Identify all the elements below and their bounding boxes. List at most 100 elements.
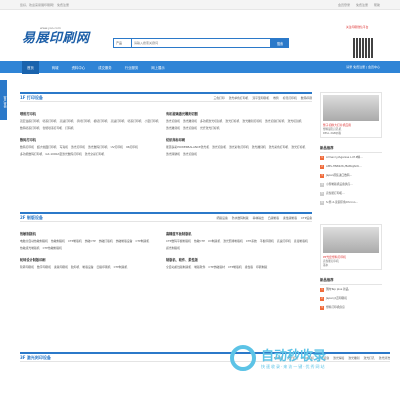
category-link[interactable]: 手持打印机 — [77, 119, 91, 123]
category-link[interactable]: 模切打印机 — [94, 119, 108, 123]
category-link[interactable]: 双层油墨打印机 — [20, 119, 40, 123]
category-link[interactable]: 激光雕刻机 — [183, 119, 197, 123]
product-image[interactable] — [323, 95, 379, 121]
category-link[interactable]: 热敏CTP — [194, 239, 205, 243]
list-item[interactable]: 5 高性能打印机... — [320, 189, 382, 198]
nav-item-mall[interactable]: 商城 — [52, 65, 59, 70]
list-item[interactable]: 3 塑料打印机供应 — [320, 303, 382, 312]
category-link[interactable]: 激光打标机 — [291, 145, 305, 149]
category-link[interactable]: 多功能数码打印机 — [20, 152, 42, 156]
list-item[interactable]: 3 Japan原装进口数码... — [320, 171, 382, 180]
category-title[interactable]: 有机玻璃激光雕刻切割 — [166, 111, 312, 116]
category-link[interactable]: 激光彩色打印机 — [229, 145, 249, 149]
category-link[interactable]: 激光切割机 — [183, 152, 197, 156]
category-link[interactable]: 96打印机 — [126, 145, 138, 149]
section-link[interactable]: 晒版设备 — [217, 216, 228, 220]
category-link[interactable]: CTP制版机 — [68, 239, 82, 243]
category-title[interactable]: 轮转设计制版印刷 — [20, 257, 166, 262]
category-title[interactable]: 喷射打印机 — [20, 111, 166, 116]
category-link[interactable]: 热敏感光制版机 — [20, 246, 40, 250]
nav-item-showcase[interactable]: 网上展示 — [151, 65, 165, 70]
category-link[interactable]: 喷墨打印机 — [128, 119, 142, 123]
section-link[interactable]: 卷筒 — [273, 96, 279, 100]
category-link[interactable]: 激光切割打标机 — [265, 119, 285, 123]
category-link[interactable]: 感光制版机 — [166, 246, 180, 250]
section-link[interactable]: 防水数码制版 — [232, 216, 249, 220]
category-link[interactable]: 柔版印刷机 — [54, 265, 68, 269]
category-title[interactable]: 高精度平板制版机 — [166, 231, 312, 236]
category-link[interactable]: 电脑全自动热敏制版机 — [20, 239, 48, 243]
category-link[interactable]: CTP制版机 — [135, 239, 149, 243]
category-link[interactable]: 凹版印刷机 — [97, 265, 111, 269]
section-link[interactable]: CTP设备 — [301, 216, 312, 220]
category-link[interactable]: 写真机 — [60, 145, 68, 149]
section-link[interactable]: 标签打印机 — [283, 96, 297, 100]
list-item[interactable]: 6 S-塑-2-读圆带角Chrono... — [320, 198, 382, 207]
category-link[interactable]: CTP热敏制版机 — [43, 246, 62, 250]
section-link[interactable]: 凸版制版 — [268, 216, 279, 220]
category-link[interactable]: 打码机 — [65, 126, 73, 130]
category-link[interactable]: 高速打印机 — [111, 119, 125, 123]
nav-item-deals[interactable]: 成交服务 — [98, 65, 112, 70]
category-link[interactable]: 激光切割机 — [166, 119, 180, 123]
nav-item-resources[interactable]: 资料中心 — [72, 65, 86, 70]
category-link[interactable]: 智能喷墨打印机 — [43, 126, 63, 130]
list-item[interactable]: 4 小型制版机设备供应... — [320, 180, 382, 189]
category-link[interactable]: 激光打标机 — [225, 119, 239, 123]
category-link[interactable]: 数码喷墨打印机 — [20, 126, 40, 130]
section-link[interactable]: 数码印刷 — [301, 96, 312, 100]
list-item[interactable]: 1 国内Tep plus 新品 — [320, 285, 382, 294]
category-link[interactable]: 制版软件 — [194, 265, 205, 269]
category-link[interactable]: CTP系统 — [246, 239, 257, 243]
category-link[interactable]: GX-1000A型激光数码打印机 — [45, 152, 81, 156]
category-link[interactable]: 多功能激光切割机 — [200, 119, 222, 123]
category-link[interactable]: 激光全彩打印机 — [85, 152, 105, 156]
category-link[interactable]: 激光切割机 — [212, 145, 226, 149]
category-title[interactable]: 制版机、软件、柔性版 — [166, 257, 312, 262]
section-link[interactable]: 激光单色打印机 — [229, 96, 249, 100]
section-link[interactable]: 菲林输出 — [253, 216, 264, 220]
section-link[interactable]: 双平型印刷机 — [252, 96, 269, 100]
category-link[interactable]: 小型打印机 — [145, 119, 159, 123]
login-link[interactable]: 会员登录 — [338, 3, 350, 7]
category-link[interactable]: 激光雕刻机 — [166, 126, 180, 130]
category-link[interactable]: 激光除锈机 — [166, 152, 180, 156]
category-link[interactable]: CTP制版机 — [228, 265, 242, 269]
category-link[interactable]: 激光数码打印机 — [88, 145, 108, 149]
register-link[interactable]: 免费注册 — [356, 3, 368, 7]
category-link[interactable]: 激光雕刻机 — [252, 145, 266, 149]
category-link[interactable]: CTP热敏版材 — [208, 265, 225, 269]
category-link[interactable]: UV制版机 — [208, 239, 220, 243]
category-link[interactable]: 胶印机 — [71, 265, 79, 269]
category-link[interactable]: 全自动柔性版制版机 — [166, 265, 191, 269]
category-link[interactable]: 激光打印机 — [71, 145, 85, 149]
category-link[interactable]: 制版设备 — [82, 265, 93, 269]
category-link[interactable]: 直接制版机 — [294, 239, 308, 243]
nav-account[interactable]: 请录 免费注册 | 会员中心 — [346, 65, 380, 69]
category-link[interactable]: 光纤激光打标机 — [200, 126, 220, 130]
section-link[interactable]: 柔性版制版 — [283, 216, 297, 220]
search-category[interactable]: 产品 — [113, 38, 131, 48]
category-link[interactable]: 激光切割机 — [183, 126, 197, 130]
list-item[interactable]: 2 AMS-HN8226 /BABAJACK... — [320, 162, 382, 171]
category-title[interactable]: 热敏制版机 — [20, 231, 166, 236]
search-button[interactable]: 搜索 — [271, 38, 289, 48]
section-link[interactable]: 三色打印 — [214, 96, 225, 100]
category-link[interactable]: 热敏制版设备 — [116, 239, 133, 243]
category-link[interactable]: 高速打印机 — [60, 119, 74, 123]
category-link[interactable]: 轮转印刷机 — [20, 265, 34, 269]
category-title[interactable]: 纺织商标印刷 — [166, 137, 312, 142]
category-link[interactable]: 平板印刷机 — [260, 239, 274, 243]
nav-item-home[interactable]: 首页 — [22, 60, 39, 74]
category-link[interactable]: 印刷制版 — [256, 265, 267, 269]
category-link[interactable]: CTP数码平板制版机 — [166, 239, 191, 243]
category-link[interactable]: CTP制版机 — [114, 265, 128, 269]
nav-item-industry[interactable]: 行业服务 — [125, 65, 139, 70]
category-link[interactable]: 能源多彩POWERBALANCE激光机 — [166, 145, 209, 149]
category-link[interactable]: 热敏CTP — [85, 239, 96, 243]
help-link[interactable]: 帮助 — [374, 3, 380, 7]
category-link[interactable]: 热敏打版机 — [99, 239, 113, 243]
category-link[interactable]: 数字印刷机 — [37, 265, 51, 269]
category-link[interactable]: 柔性版 — [245, 265, 253, 269]
side-consult-tab[interactable]: 客户咨询 — [0, 80, 7, 120]
